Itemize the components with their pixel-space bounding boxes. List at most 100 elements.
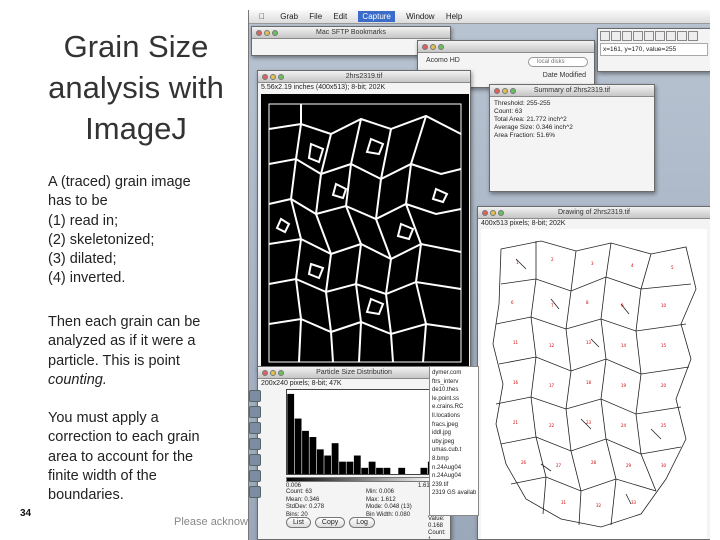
- close-icon[interactable]: [262, 370, 268, 376]
- rectangle-tool-icon[interactable]: [600, 31, 610, 41]
- histogram-buttons: List Copy Log: [286, 517, 375, 528]
- grain-boundaries-svg: [268, 103, 462, 363]
- file-item[interactable]: de10.thes: [432, 386, 476, 395]
- window-titlebar[interactable]: 2hrs2319.tif: [258, 71, 470, 83]
- file-item[interactable]: uby.jpeg: [432, 438, 476, 447]
- file-item[interactable]: ftrs_interv: [432, 378, 476, 387]
- drawing-window: Drawing of 2hrs2319.tif 400x513 pixels; …: [477, 206, 710, 540]
- procedure-paragraph: A (traced) grain image has to be (1) rea…: [48, 173, 238, 289]
- log-button[interactable]: Log: [349, 517, 375, 528]
- histogram-bar: [287, 393, 295, 474]
- minimize-icon[interactable]: [270, 74, 276, 80]
- histogram-bar: [302, 430, 309, 474]
- summary-text: Threshold: 255-255 Count: 63 Total Area:…: [490, 97, 654, 143]
- file-item[interactable]: 8.bmp: [432, 455, 476, 464]
- polygon-tool-icon[interactable]: [622, 31, 632, 41]
- svg-text:16: 16: [513, 380, 519, 385]
- menu-capture[interactable]: Capture: [358, 11, 395, 22]
- zoom-icon[interactable]: [278, 370, 284, 376]
- histogram-svg: [287, 393, 435, 474]
- file-item[interactable]: iddl.jpg: [432, 429, 476, 438]
- text-tool-icon[interactable]: [677, 31, 687, 41]
- window-titlebar[interactable]: [418, 41, 594, 53]
- svg-text:6: 6: [511, 300, 514, 305]
- svg-text:33: 33: [631, 500, 637, 505]
- dock-app-icon[interactable]: [249, 454, 261, 466]
- wand-tool-icon[interactable]: [666, 31, 676, 41]
- dock-app-icon[interactable]: [249, 422, 261, 434]
- minimize-icon[interactable]: [270, 370, 276, 376]
- window-titlebar[interactable]: Mac SFTP Bookmarks: [252, 27, 450, 39]
- close-icon[interactable]: [494, 88, 500, 94]
- dock-app-icon[interactable]: [249, 438, 261, 450]
- file-item[interactable]: le.point.ss: [432, 395, 476, 404]
- file-item[interactable]: e.crains.RC: [432, 403, 476, 412]
- minimize-icon[interactable]: [430, 44, 436, 50]
- freehand-tool-icon[interactable]: [633, 31, 643, 41]
- dock-app-icon[interactable]: [249, 406, 261, 418]
- point-tool-icon[interactable]: [655, 31, 665, 41]
- menu-window[interactable]: Window: [406, 12, 434, 21]
- para1-line: (2) skeletonized;: [48, 231, 155, 248]
- menu-grab[interactable]: Grab: [280, 12, 298, 21]
- histogram-bar: [324, 455, 332, 474]
- close-icon[interactable]: [482, 210, 488, 216]
- svg-text:26: 26: [521, 460, 527, 465]
- zoom-icon[interactable]: [272, 30, 278, 36]
- file-item[interactable]: n.24Aug04: [432, 472, 476, 481]
- close-icon[interactable]: [262, 74, 268, 80]
- file-item[interactable]: ll.locations: [432, 412, 476, 421]
- menu-file[interactable]: File: [309, 12, 322, 21]
- copy-button[interactable]: Copy: [314, 517, 346, 528]
- para2-line: particle. This is point: [48, 352, 180, 369]
- window-titlebar[interactable]: Particle Size Distribution: [258, 367, 450, 379]
- svg-text:10: 10: [661, 303, 667, 308]
- dock-app-icon[interactable]: [249, 470, 261, 482]
- window-titlebar[interactable]: Summary of 2hrs2319.tif: [490, 85, 654, 97]
- menu-help[interactable]: Help: [446, 12, 462, 21]
- svg-text:14: 14: [621, 343, 627, 348]
- para3-line: boundaries.: [48, 487, 124, 504]
- imagej-toolbar-window: x=161, y=170, value=255: [597, 28, 710, 72]
- zoom-icon[interactable]: [438, 44, 444, 50]
- zoom-icon[interactable]: [498, 210, 504, 216]
- file-item[interactable]: 239.tif: [432, 481, 476, 490]
- skeletonized-grain-image[interactable]: [261, 94, 469, 369]
- file-item[interactable]: n.24Aug04: [432, 464, 476, 473]
- minimize-icon[interactable]: [502, 88, 508, 94]
- particle-outline-drawing[interactable]: 12345 6 7 8 9 10 11 12 13 14 15 16 17 18 19 20 21 22 2…: [481, 229, 707, 539]
- line-tool-icon[interactable]: [644, 31, 654, 41]
- zoom-tool-icon[interactable]: [688, 31, 698, 41]
- svg-text:12: 12: [549, 343, 555, 348]
- oval-tool-icon[interactable]: [611, 31, 621, 41]
- histogram-bar: [331, 443, 339, 474]
- zoom-icon[interactable]: [278, 74, 284, 80]
- file-item[interactable]: dymer.com: [432, 369, 476, 378]
- file-item[interactable]: 2319 GS available: [432, 489, 476, 498]
- file-item[interactable]: fracs.jpeg: [432, 421, 476, 430]
- window-titlebar[interactable]: Drawing of 2hrs2319.tif: [478, 207, 710, 219]
- menu-edit[interactable]: Edit: [333, 12, 347, 21]
- count-readout: Count: 1: [428, 530, 446, 540]
- list-button[interactable]: List: [286, 517, 311, 528]
- minimize-icon[interactable]: [490, 210, 496, 216]
- para3-line: You must apply a: [48, 410, 159, 426]
- histogram-bar: [309, 437, 317, 474]
- dock-app-icon[interactable]: [249, 486, 261, 498]
- finder-search-field[interactable]: local disks: [528, 57, 588, 67]
- histogram-bar: [383, 467, 391, 474]
- histogram-bar: [376, 467, 383, 474]
- svg-text:13: 13: [586, 340, 592, 345]
- svg-text:32: 32: [596, 503, 602, 508]
- histogram-plot[interactable]: [286, 389, 436, 475]
- dock-app-icon[interactable]: [249, 390, 261, 402]
- file-item[interactable]: umas.cub.t: [432, 446, 476, 455]
- para1-line: A (traced) grain image: [48, 174, 191, 190]
- close-icon[interactable]: [422, 44, 428, 50]
- svg-text:19: 19: [621, 383, 627, 388]
- image-info: 400x513 pixels; 8-bit; 202K: [481, 220, 566, 227]
- apple-icon[interactable]: : [255, 10, 269, 24]
- minimize-icon[interactable]: [264, 30, 270, 36]
- zoom-icon[interactable]: [510, 88, 516, 94]
- close-icon[interactable]: [256, 30, 262, 36]
